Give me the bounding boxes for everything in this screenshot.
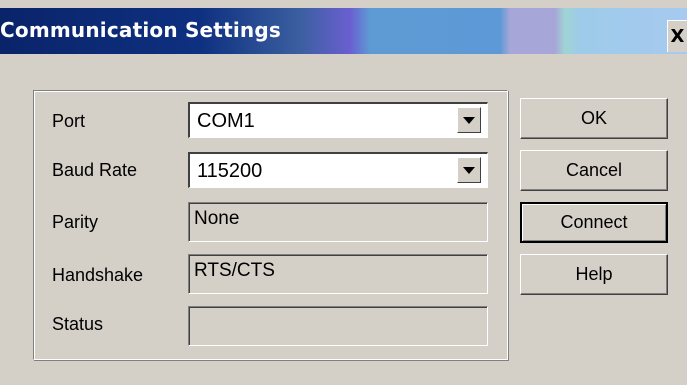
port-select[interactable]: COM1 [188,102,488,138]
handshake-value: RTS/CTS [194,260,275,281]
baud-rate-select[interactable]: 115200 [188,152,488,188]
ok-button[interactable]: OK [520,98,668,139]
help-button[interactable]: Help [520,254,668,295]
close-button[interactable]: X [667,20,687,52]
port-label: Port [52,111,86,131]
baud-rate-value: 115200 [197,160,263,182]
chevron-down-icon[interactable] [457,157,481,183]
communication-settings-dialog: Communication Settings X Port COM1 Baud … [0,0,687,385]
parity-label: Parity [52,212,99,232]
baud-rate-label: Baud Rate [52,160,138,180]
status-label: Status [52,314,104,334]
window-title: Communication Settings [0,18,281,42]
handshake-field: RTS/CTS [188,254,488,294]
parity-field: None [188,202,488,242]
chevron-down-icon[interactable] [457,107,481,133]
handshake-label: Handshake [52,265,144,285]
title-bar[interactable]: Communication Settings X [0,8,687,54]
status-field [188,306,488,346]
connect-button[interactable]: Connect [520,202,668,243]
parity-value: None [194,208,240,229]
port-value: COM1 [197,110,255,132]
cancel-button[interactable]: Cancel [520,150,668,191]
